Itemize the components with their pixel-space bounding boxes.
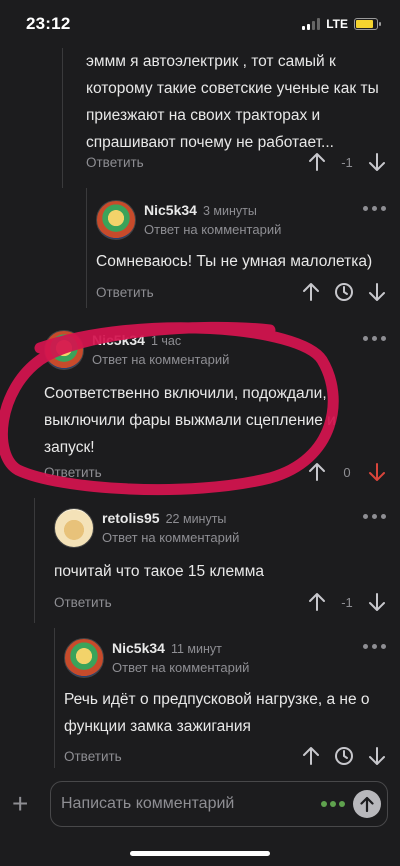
arrow-up-icon[interactable] — [302, 282, 320, 302]
reply-to-label[interactable]: Ответ на комментарий — [112, 660, 249, 675]
comment-author[interactable]: Nic5k34 — [112, 640, 165, 656]
comment-actions: Ответить — [96, 282, 386, 302]
comment-time: 11 минут — [170, 642, 222, 656]
arrow-up-icon[interactable] — [302, 746, 320, 766]
status-indicators: LTE — [302, 17, 381, 31]
reply-button[interactable]: Ответить — [44, 465, 102, 480]
reply-button[interactable]: Ответить — [64, 749, 122, 764]
vote-score: -1 — [341, 154, 353, 170]
arrow-down-icon[interactable] — [368, 282, 386, 302]
clock-icon[interactable] — [334, 746, 354, 766]
arrow-down-icon[interactable] — [368, 152, 386, 172]
comment-text: Речь идёт о предпусковой нагрузке, а не … — [64, 691, 370, 735]
comment: эммм я автоэлектрик , тот самый к которо… — [86, 48, 386, 156]
comment-actions: Ответить -1 — [54, 592, 386, 612]
thread-line — [86, 188, 87, 308]
comment-actions: Ответить -1 — [86, 152, 386, 172]
comment-input-box — [50, 781, 388, 827]
comment-header: Nic5k34 11 минут Ответ на комментарий — [64, 638, 386, 678]
comment-actions: Ответить — [64, 746, 386, 766]
thread-line — [62, 48, 63, 188]
reply-to-label[interactable]: Ответ на комментарий — [102, 530, 239, 545]
more-dots-icon[interactable] — [363, 644, 386, 649]
clock-icon[interactable] — [334, 282, 354, 302]
battery-icon — [354, 18, 381, 30]
comment: Nic5k34 3 минуты Ответ на комментарий Со… — [96, 200, 386, 275]
comment-author[interactable]: Nic5k34 — [144, 202, 197, 218]
send-button[interactable] — [353, 790, 381, 818]
arrow-up-icon[interactable] — [308, 592, 326, 612]
comment: Nic5k34 1 час Ответ на комментарий Соотв… — [44, 330, 386, 461]
comment-header: retolis95 22 минуты Ответ на комментарий — [54, 508, 386, 548]
comment: retolis95 22 минуты Ответ на комментарий… — [54, 508, 386, 585]
send-icon — [360, 796, 374, 812]
typing-dots-icon — [321, 801, 345, 807]
comment-author[interactable]: Nic5k34 — [92, 332, 145, 348]
arrow-up-icon[interactable] — [308, 462, 326, 482]
comment-text: почитай что такое 15 клемма — [54, 563, 264, 580]
plus-icon[interactable]: + — [12, 790, 44, 818]
comment-time: 3 минуты — [202, 204, 257, 218]
reply-to-label[interactable]: Ответ на комментарий — [92, 352, 229, 367]
thread-line — [54, 628, 55, 768]
avatar[interactable] — [96, 200, 136, 240]
reply-button[interactable]: Ответить — [96, 285, 154, 300]
comment-text: Сомневаюсь! Ты не умная малолетка) — [96, 253, 373, 270]
vote-score: 0 — [343, 464, 351, 480]
more-dots-icon[interactable] — [363, 336, 386, 341]
arrow-up-icon[interactable] — [308, 152, 326, 172]
comment: Nic5k34 11 минут Ответ на комментарий Ре… — [64, 638, 386, 740]
avatar[interactable] — [44, 330, 84, 370]
reply-button[interactable]: Ответить — [54, 595, 112, 610]
more-dots-icon[interactable] — [363, 206, 386, 211]
comment-text: эммм я автоэлектрик , тот самый к которо… — [86, 53, 379, 151]
avatar[interactable] — [54, 508, 94, 548]
vote-score: -1 — [341, 594, 353, 610]
thread-line — [34, 498, 35, 623]
reply-to-label[interactable]: Ответ на комментарий — [144, 222, 281, 237]
arrow-down-icon[interactable] — [368, 592, 386, 612]
comment-header: Nic5k34 1 час Ответ на комментарий — [44, 330, 386, 370]
comment-time: 22 минуты — [165, 512, 227, 526]
status-time: 23:12 — [26, 14, 71, 33]
arrow-down-icon[interactable] — [368, 462, 386, 482]
comment-input[interactable] — [61, 795, 321, 813]
status-bar: 23:12 LTE — [0, 0, 400, 48]
avatar[interactable] — [64, 638, 104, 678]
reply-button[interactable]: Ответить — [86, 155, 144, 170]
comment-composer: + — [0, 778, 400, 830]
signal-icon — [302, 18, 321, 30]
comment-time: 1 час — [150, 334, 182, 348]
home-indicator — [130, 851, 270, 856]
arrow-down-icon[interactable] — [368, 746, 386, 766]
comment-author[interactable]: retolis95 — [102, 510, 160, 526]
comment-header: Nic5k34 3 минуты Ответ на комментарий — [96, 200, 386, 240]
comment-text: Соответственно включили, подождали, выкл… — [44, 385, 336, 456]
more-dots-icon[interactable] — [363, 514, 386, 519]
network-label: LTE — [326, 17, 348, 31]
comment-actions: Ответить 0 — [44, 462, 386, 482]
